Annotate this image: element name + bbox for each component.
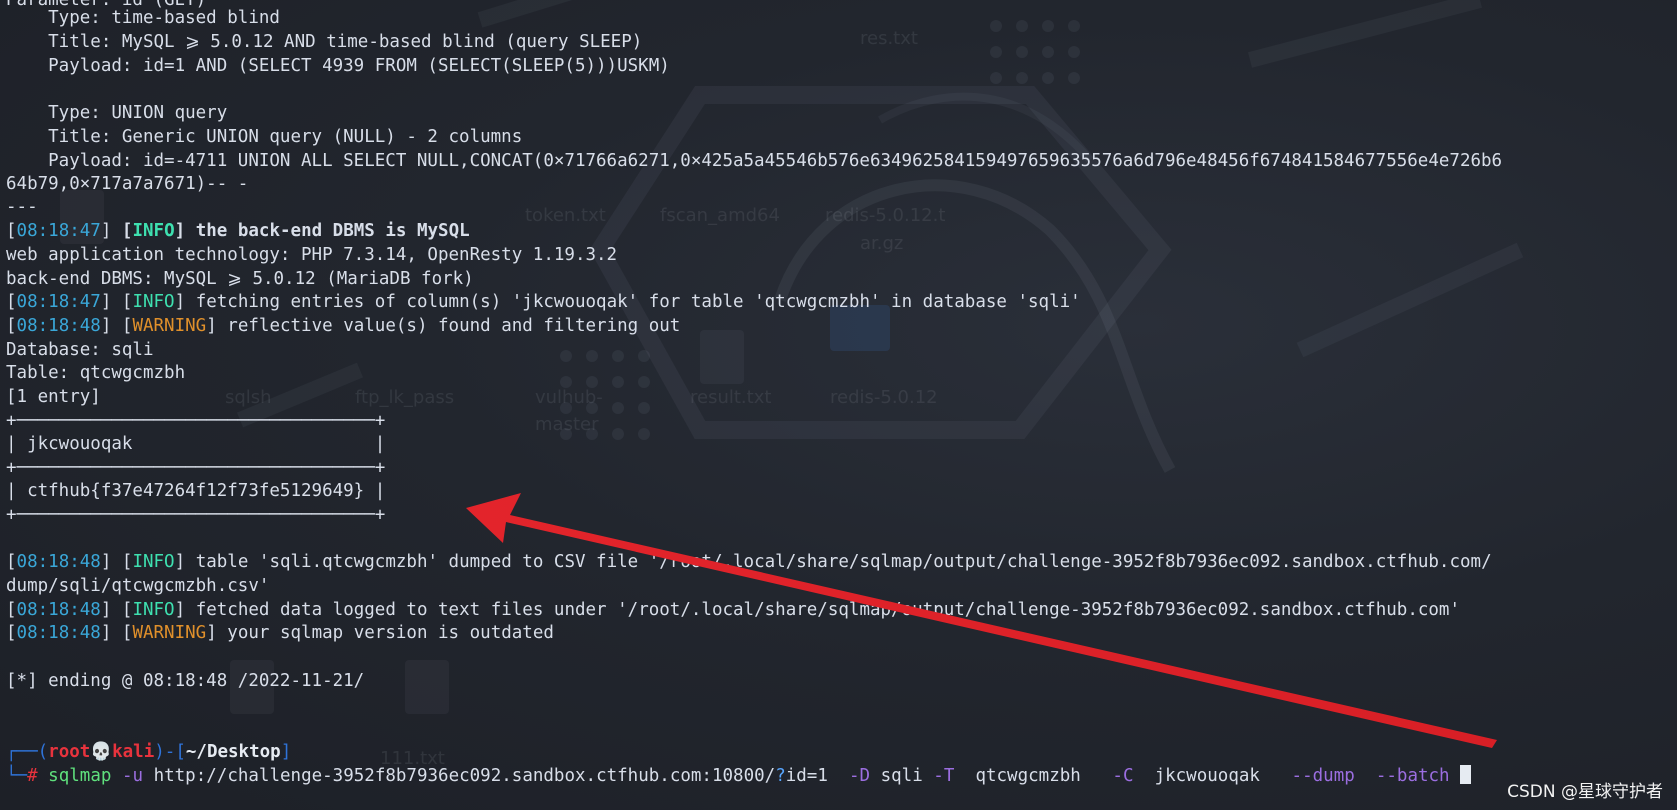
csdn-watermark: CSDN @星球守护者 [1507, 782, 1663, 802]
red-arrow-annotation [466, 493, 1497, 748]
terminal-window[interactable]: res.txt token.txt fscan_amd64 redis-5.0.… [0, 0, 1677, 810]
